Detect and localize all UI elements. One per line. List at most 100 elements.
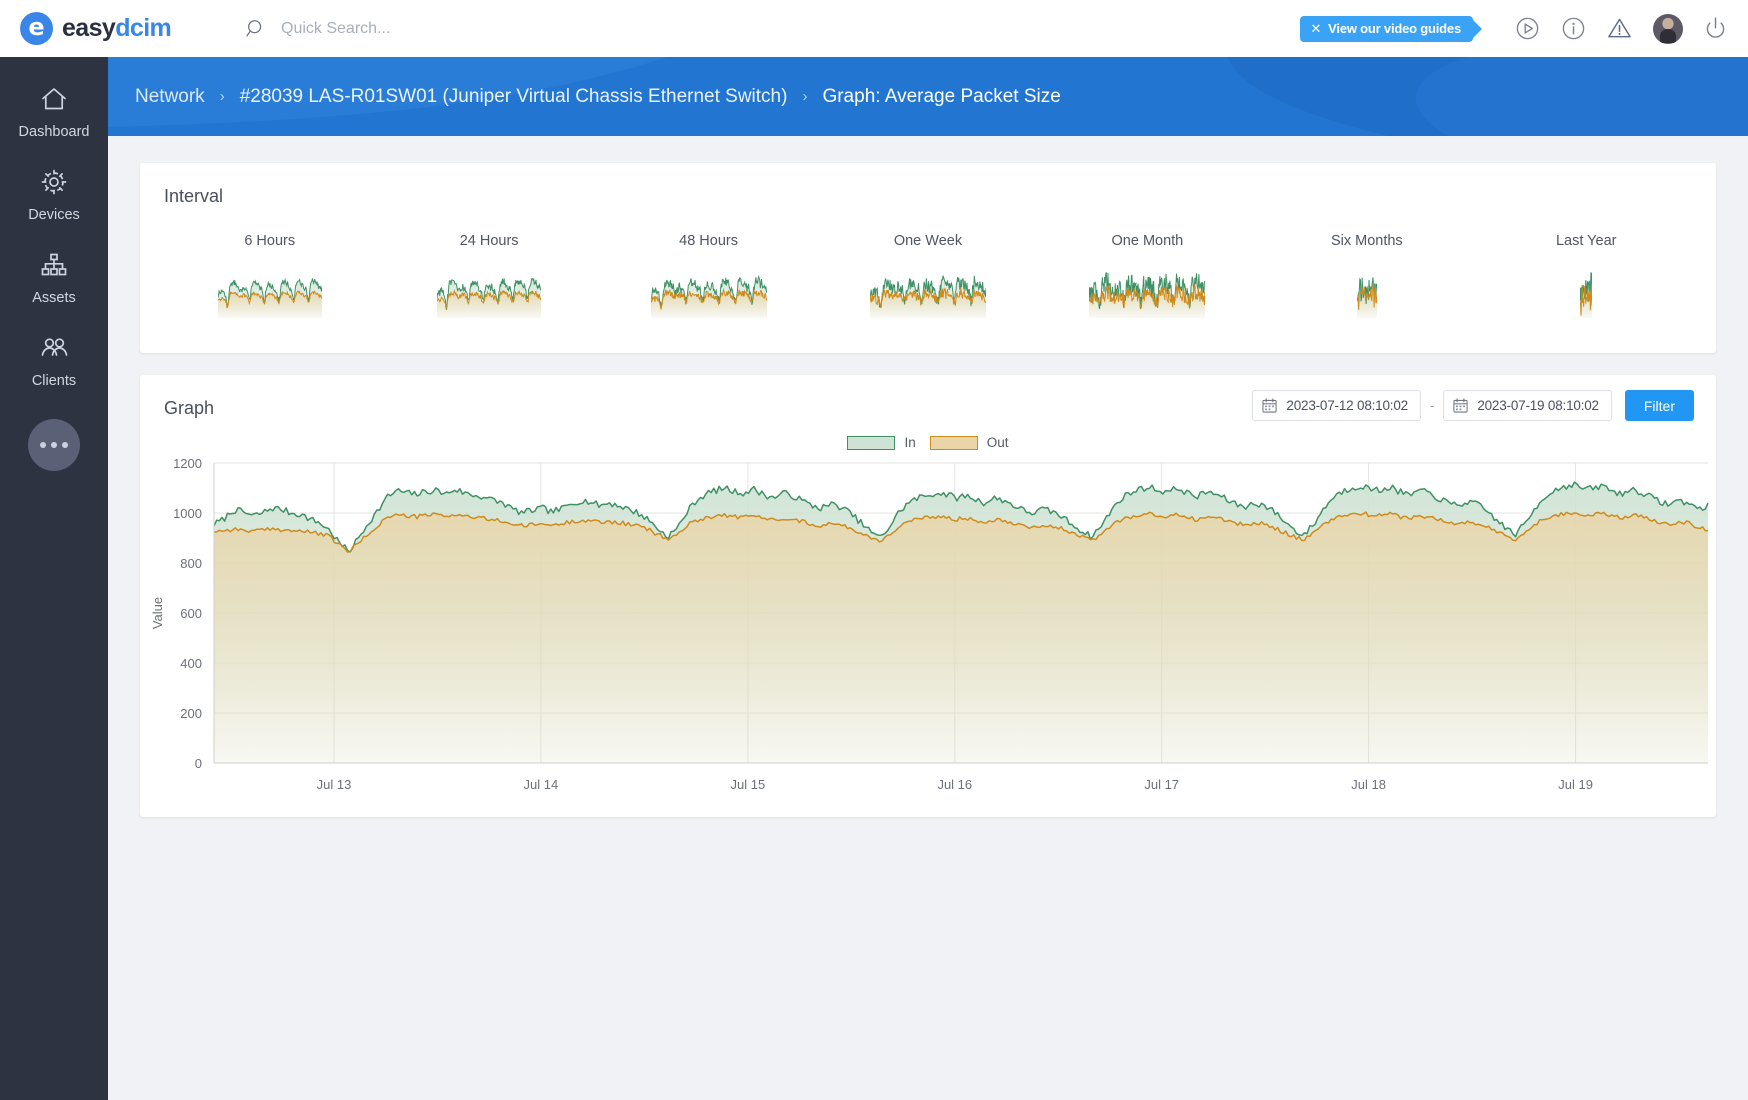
gear-icon — [41, 169, 67, 195]
brand-name-part2: dcim — [115, 14, 172, 42]
area-chart-svg: 0 200 400 600 800 1000 1200 Jul 13 Jul 14 Jul 15 J… — [150, 456, 1709, 792]
interval-title: Interval — [164, 186, 224, 206]
users-icon — [41, 338, 68, 356]
sidebar-item-label: Clients — [31, 373, 77, 389]
top-bar: e easydcim ✕ View our video guides — [0, 0, 1748, 57]
legend-swatch-out — [929, 435, 978, 450]
video-guides-banner[interactable]: ✕ View our video guides — [1300, 15, 1482, 42]
sidebar-item-label: Dashboard — [18, 124, 90, 140]
search-input[interactable] — [281, 19, 701, 38]
interval-card: Interval 6 Hours 24 Hours 48 Hours One W… — [140, 163, 1716, 353]
interval-option-label: One Week — [893, 233, 963, 249]
interval-option-label: Last Year — [1555, 233, 1617, 249]
breadcrumb-root[interactable]: Network — [135, 86, 205, 108]
interval-option-48-hours[interactable]: 48 Hours — [604, 233, 814, 318]
video-guides-label: View our video guides — [1328, 21, 1461, 36]
legend-item-out[interactable]: Out — [929, 435, 1009, 450]
interval-thumbnail-list: 6 Hours 24 Hours 48 Hours One Week One M… — [140, 207, 1716, 318]
interval-sparkline — [1356, 277, 1377, 318]
more-dots-icon[interactable] — [28, 419, 80, 471]
interval-sparkline — [437, 277, 542, 318]
breadcrumb: Network › #28039 LAS-R01SW01 (Juniper Vi… — [108, 57, 1748, 136]
calendar-icon — [1453, 398, 1468, 413]
sidebar-item-devices[interactable]: Devices — [0, 140, 108, 223]
svg-text:Jul 14: Jul 14 — [524, 777, 559, 792]
main-content: Interval 6 Hours 24 Hours 48 Hours One W… — [108, 136, 1748, 1100]
sidebar-item-clients[interactable]: Clients — [0, 306, 108, 389]
warning-triangle-icon[interactable] — [1606, 15, 1633, 42]
interval-sparkline — [869, 275, 986, 318]
brand-name: easydcim — [62, 14, 172, 43]
brand-name-part1: easy — [62, 14, 116, 42]
chevron-right-icon: › — [802, 88, 808, 105]
dot — [40, 442, 46, 448]
svg-text:400: 400 — [180, 656, 202, 671]
chart-plot[interactable]: 0 200 400 600 800 1000 1200 Jul 13 Jul 14 Jul 15 J… — [140, 453, 1716, 808]
breadcrumb-device[interactable]: #28039 LAS-R01SW01 (Juniper Virtual Chas… — [240, 86, 788, 108]
svg-text:Jul 19: Jul 19 — [1558, 777, 1593, 792]
home-icon — [42, 88, 66, 110]
filter-button[interactable]: Filter — [1624, 390, 1694, 421]
power-icon[interactable] — [1702, 15, 1729, 42]
quick-search[interactable] — [245, 18, 701, 40]
dot — [62, 442, 68, 448]
date-to-field[interactable]: 2023-07-19 08:10:02 — [1443, 390, 1612, 421]
svg-text:0: 0 — [195, 756, 202, 771]
interval-option-label: 24 Hours — [459, 233, 519, 249]
interval-option-24-hours[interactable]: 24 Hours — [384, 233, 594, 318]
legend-swatch-in — [847, 435, 896, 450]
interval-option-6-hours[interactable]: 6 Hours — [165, 233, 375, 318]
calendar-icon — [1262, 398, 1277, 413]
legend-label-out: Out — [986, 435, 1009, 450]
play-circle-icon[interactable] — [1514, 15, 1541, 42]
avatar[interactable] — [1653, 13, 1683, 44]
interval-option-one-week[interactable]: One Week — [823, 233, 1033, 318]
legend-label-in: In — [904, 435, 916, 450]
graph-card: Graph 2023-07-12 08:10:02 - 2023-07-19 0… — [140, 375, 1716, 817]
svg-text:1200: 1200 — [173, 456, 202, 471]
interval-option-label: Six Months — [1330, 233, 1403, 249]
info-circle-icon[interactable] — [1560, 15, 1587, 42]
interval-sparkline — [650, 275, 767, 318]
svg-text:Jul 15: Jul 15 — [731, 777, 766, 792]
svg-text:1000: 1000 — [173, 506, 202, 521]
svg-text:800: 800 — [180, 556, 202, 571]
sidebar: Dashboard Devices Assets Clients — [0, 57, 108, 1100]
svg-text:Jul 18: Jul 18 — [1351, 777, 1386, 792]
page-banner: Network › #28039 LAS-R01SW01 (Juniper Vi… — [108, 57, 1748, 136]
date-from-field[interactable]: 2023-07-12 08:10:02 — [1252, 390, 1421, 421]
interval-option-label: 48 Hours — [679, 233, 738, 249]
sidebar-item-label: Assets — [32, 290, 76, 306]
sitemap-icon — [41, 253, 67, 276]
interval-option-one-month[interactable]: One Month — [1042, 233, 1252, 318]
dot — [51, 442, 57, 448]
sidebar-item-assets[interactable]: Assets — [0, 223, 108, 306]
topbar-actions: ✕ View our video guides — [1300, 13, 1729, 44]
svg-text:Value: Value — [150, 597, 165, 629]
search-icon — [246, 19, 262, 37]
svg-text:Jul 17: Jul 17 — [1144, 777, 1179, 792]
date-from-value: 2023-07-12 08:10:02 — [1286, 398, 1408, 413]
legend-item-in[interactable]: In — [847, 435, 916, 450]
graph-header: Graph 2023-07-12 08:10:02 - 2023-07-19 0… — [140, 375, 1716, 421]
svg-text:600: 600 — [180, 606, 202, 621]
close-icon[interactable]: ✕ — [1310, 21, 1321, 37]
svg-text:Jul 16: Jul 16 — [937, 777, 972, 792]
svg-text:Jul 13: Jul 13 — [317, 777, 352, 792]
easydcim-logo-icon: e — [20, 12, 53, 45]
app-logo[interactable]: e easydcim — [20, 12, 190, 45]
interval-option-last-year[interactable]: Last Year — [1481, 233, 1691, 318]
interval-option-six-months[interactable]: Six Months — [1262, 233, 1472, 318]
interval-sparkline — [217, 277, 322, 318]
breadcrumb-current: Graph: Average Packet Size — [822, 85, 1061, 107]
date-to-value: 2023-07-19 08:10:02 — [1477, 398, 1599, 413]
chevron-right-icon: › — [219, 88, 225, 105]
sidebar-item-dashboard[interactable]: Dashboard — [0, 57, 108, 140]
interval-sparkline — [1089, 272, 1206, 318]
interval-sparkline — [1580, 271, 1593, 318]
graph-filter-toolbar: 2023-07-12 08:10:02 - 2023-07-19 08:10:0… — [1252, 375, 1694, 421]
date-range-separator: - — [1429, 398, 1435, 413]
graph-title: Graph — [164, 398, 215, 418]
chart-legend: In Out — [140, 435, 1716, 450]
sidebar-item-label: Devices — [28, 207, 80, 223]
